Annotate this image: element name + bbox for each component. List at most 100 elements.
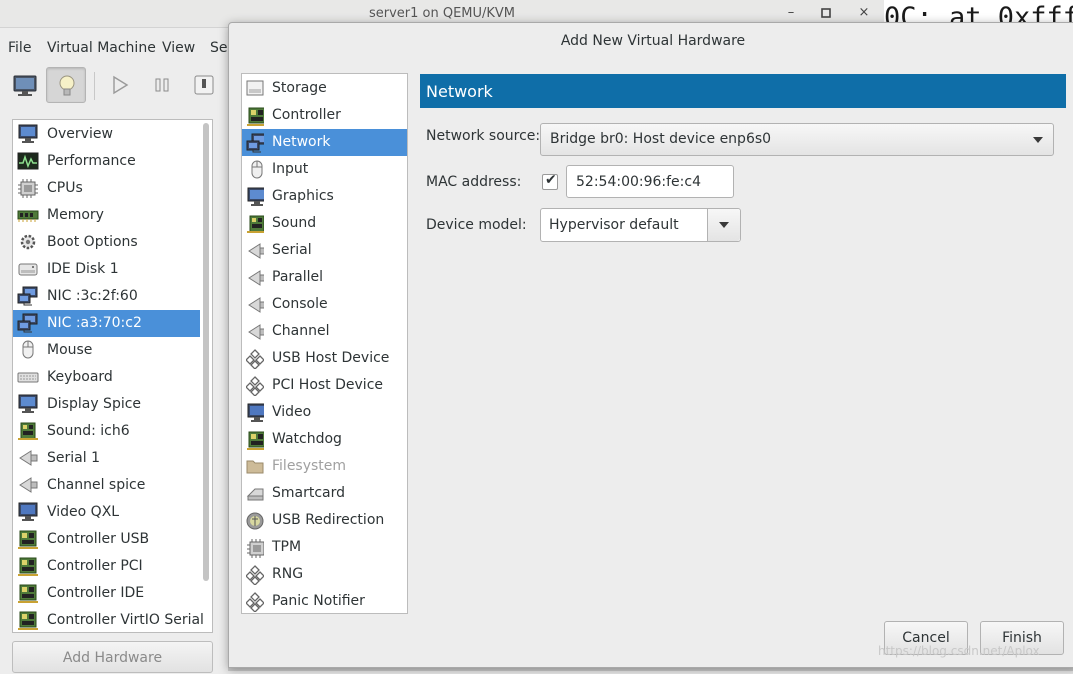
hw-icon-wrap: [17, 205, 39, 225]
hardware-list[interactable]: Overview Performance CPUs Memory Boot Option…: [12, 119, 213, 633]
scrollbar-thumb[interactable]: [203, 123, 209, 581]
usb-icon: [246, 565, 264, 585]
hardware-list-item[interactable]: Channel spice: [13, 472, 200, 499]
device-type-item[interactable]: Graphics: [242, 183, 407, 210]
hardware-list-item[interactable]: IDE Disk 1: [13, 256, 200, 283]
hardware-list-item[interactable]: Performance: [13, 148, 200, 175]
device-type-item[interactable]: Input: [242, 156, 407, 183]
menu-send-key[interactable]: Se: [210, 40, 228, 56]
pause-button[interactable]: [142, 67, 182, 103]
device-type-label: Storage: [272, 80, 327, 96]
minimize-button[interactable]: –: [782, 4, 800, 22]
add-hardware-button[interactable]: Add Hardware: [12, 641, 213, 673]
device-type-item[interactable]: USB Redirection: [242, 507, 407, 534]
menu-view[interactable]: View: [162, 40, 195, 56]
hardware-list-label: IDE Disk 1: [47, 261, 119, 277]
hw-icon-wrap: [17, 259, 39, 279]
hw-icon-wrap: [17, 232, 39, 252]
hardware-list-item[interactable]: Boot Options: [13, 229, 200, 256]
menu-virtual-machine[interactable]: Virtual Machine: [47, 40, 156, 56]
device-type-item[interactable]: Smartcard: [242, 480, 407, 507]
details-view-button[interactable]: [46, 67, 86, 103]
network-icon: [17, 313, 38, 333]
dev-icon-wrap: [246, 160, 264, 179]
hardware-list-item[interactable]: Serial 1: [13, 445, 200, 472]
device-type-item[interactable]: Serial: [242, 237, 407, 264]
device-model-dropdown-button[interactable]: [707, 209, 740, 241]
device-type-item[interactable]: Network: [242, 129, 407, 156]
lightbulb-icon: [59, 75, 75, 96]
chevron-down-icon: [719, 222, 729, 228]
device-type-label: Smartcard: [272, 485, 346, 501]
hardware-list-item[interactable]: NIC :3c:2f:60: [13, 283, 200, 310]
dialog-titlebar[interactable]: Add New Virtual Hardware: [229, 23, 1073, 61]
device-type-item[interactable]: TPM: [242, 534, 407, 561]
dev-icon-wrap: [246, 133, 264, 153]
console-view-button[interactable]: [5, 67, 45, 103]
hardware-list-item[interactable]: NIC :a3:70:c2: [13, 310, 200, 337]
hardware-list-label: Mouse: [47, 342, 93, 358]
hardware-list-item[interactable]: Controller IDE: [13, 580, 200, 607]
device-type-label: Serial: [272, 242, 312, 258]
section-header: Network: [420, 74, 1066, 108]
hw-icon-wrap: [17, 475, 39, 495]
hardware-list-item[interactable]: Memory: [13, 202, 200, 229]
device-type-item[interactable]: RNG: [242, 561, 407, 588]
hardware-list-item[interactable]: Video QXL: [13, 499, 200, 526]
dialog-title: Add New Virtual Hardware: [560, 33, 746, 49]
controller-icon: [18, 557, 38, 576]
hardware-list-scrollbar[interactable]: [201, 121, 211, 583]
device-type-item[interactable]: Video: [242, 399, 407, 426]
hw-icon-wrap: [17, 583, 39, 603]
serial-icon: [248, 297, 264, 313]
mouse-icon: [251, 160, 263, 179]
hardware-list-item[interactable]: Display Spice: [13, 391, 200, 418]
hw-icon-wrap: [17, 313, 39, 333]
network-source-label: Network source:: [426, 128, 541, 144]
serial-icon: [19, 450, 38, 466]
hardware-list-label: Video QXL: [47, 504, 120, 520]
mac-address-checkbox[interactable]: ✔: [542, 172, 558, 190]
device-type-item[interactable]: Console: [242, 291, 407, 318]
run-button[interactable]: [100, 67, 140, 103]
hardware-list-label: Performance: [47, 153, 136, 169]
hardware-list-item[interactable]: Mouse: [13, 337, 200, 364]
hardware-list-item[interactable]: CPUs: [13, 175, 200, 202]
serial-icon: [248, 243, 264, 259]
hardware-list-item[interactable]: Overview: [13, 121, 200, 148]
dev-icon-wrap: [246, 538, 264, 558]
device-type-item[interactable]: Panic Notifier: [242, 588, 407, 613]
shutdown-button[interactable]: [184, 67, 224, 103]
device-type-item: Filesystem: [242, 453, 407, 480]
hardware-list-item[interactable]: Controller PCI: [13, 553, 200, 580]
close-button[interactable]: ×: [855, 4, 873, 22]
device-type-item[interactable]: Controller: [242, 102, 407, 129]
device-type-item[interactable]: PCI Host Device: [242, 372, 407, 399]
hardware-list-item[interactable]: Keyboard: [13, 364, 200, 391]
hardware-list-item[interactable]: Sound: ich6: [13, 418, 200, 445]
device-type-item[interactable]: Sound: [242, 210, 407, 237]
serial-icon: [248, 270, 264, 286]
hardware-list-item[interactable]: Controller USB: [13, 526, 200, 553]
maximize-button[interactable]: [817, 4, 835, 22]
device-type-list[interactable]: Storage Controller Network Input Graphics Sou…: [241, 73, 408, 614]
hardware-list-item[interactable]: Controller VirtIO Serial: [13, 607, 204, 632]
usb-redirection-icon: [246, 512, 264, 530]
network-source-combo[interactable]: Bridge br0: Host device enp6s0: [540, 123, 1054, 156]
device-type-item[interactable]: USB Host Device: [242, 345, 407, 372]
hardware-list-label: NIC :a3:70:c2: [47, 315, 142, 331]
dev-icon-wrap: [246, 79, 264, 97]
device-type-item[interactable]: Channel: [242, 318, 407, 345]
gear-icon: [20, 234, 36, 250]
device-type-item[interactable]: Watchdog: [242, 426, 407, 453]
hardware-list-label: CPUs: [47, 180, 83, 196]
device-type-item[interactable]: Storage: [242, 75, 407, 102]
dev-icon-wrap: [246, 268, 264, 286]
controller-icon: [247, 431, 264, 450]
device-type-label: TPM: [272, 539, 302, 555]
mac-address-input[interactable]: [566, 165, 734, 198]
device-model-combo[interactable]: Hypervisor default: [540, 208, 741, 242]
menu-file[interactable]: File: [8, 40, 31, 56]
device-type-item[interactable]: Parallel: [242, 264, 407, 291]
hw-icon-wrap: [17, 529, 39, 549]
